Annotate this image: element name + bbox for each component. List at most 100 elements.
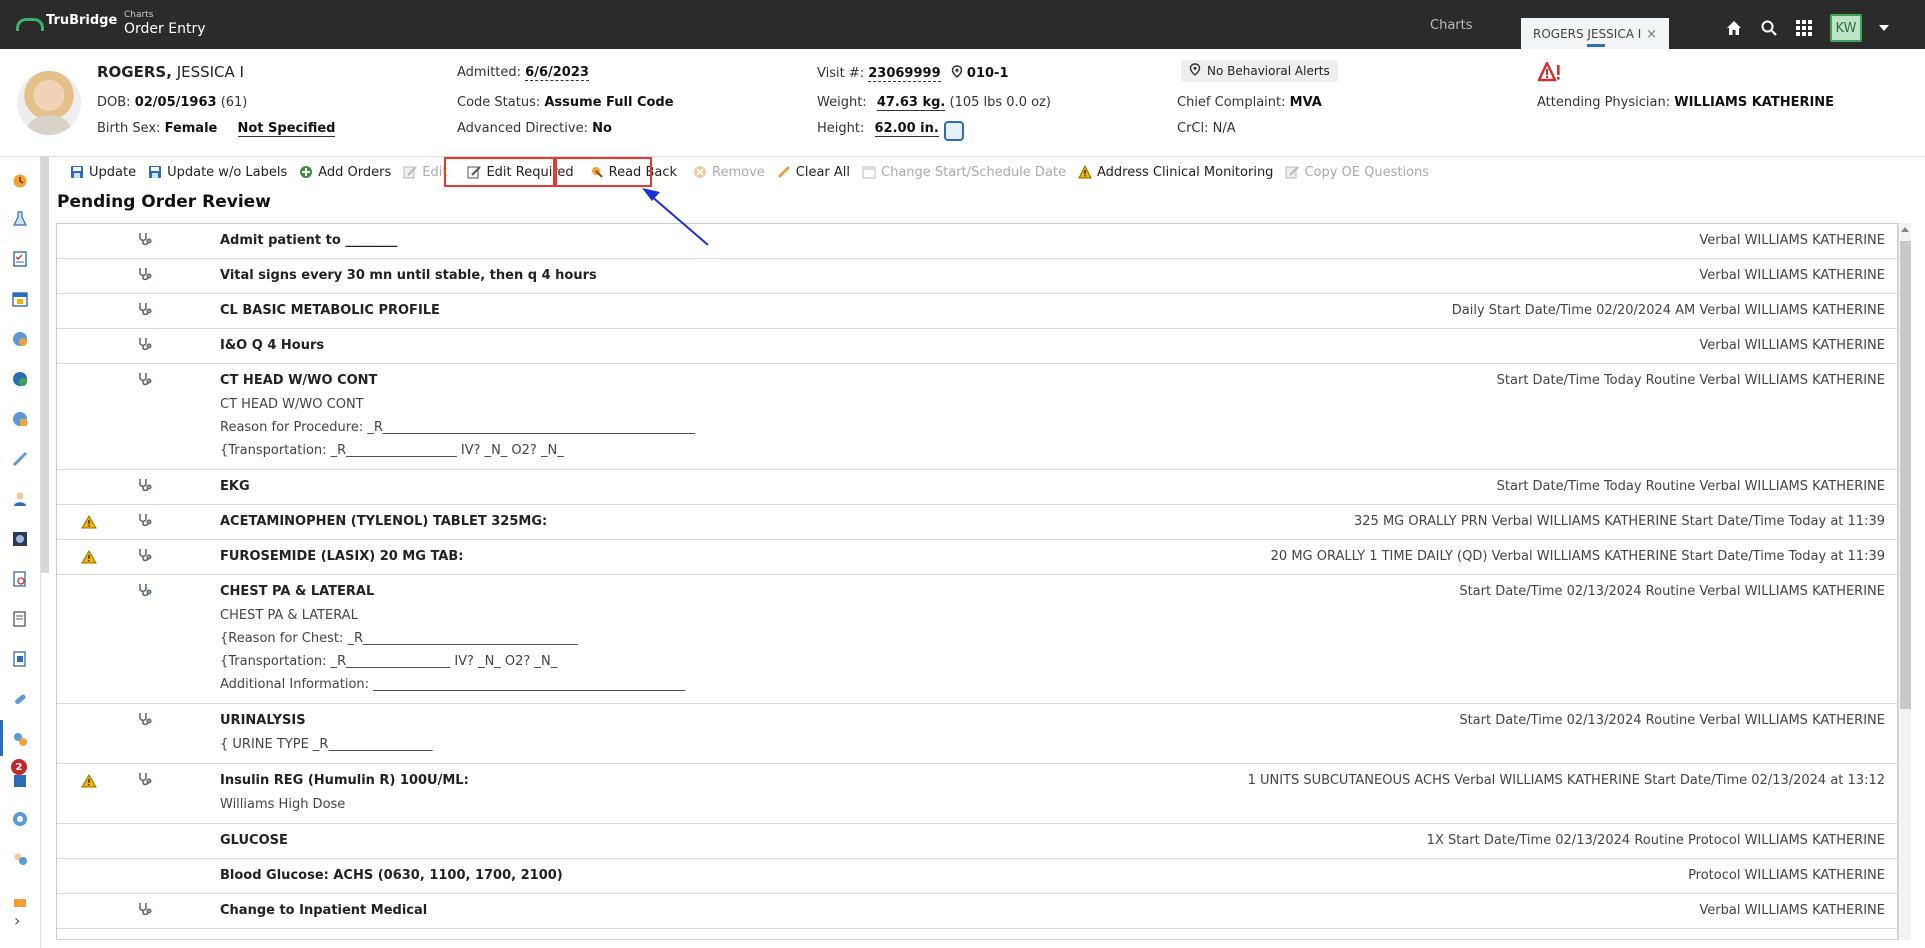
order-row[interactable]: I&O Q 4 Hours Verbal WILLIAMS KATHERINE bbox=[57, 329, 1897, 364]
trubridge-logo[interactable]: TruBridge bbox=[16, 13, 117, 31]
update-wo-labels-button[interactable]: Update w/o Labels bbox=[148, 165, 287, 180]
people-icon[interactable] bbox=[12, 851, 28, 867]
document-edit-icon[interactable] bbox=[12, 611, 28, 627]
order-row[interactable]: Vital signs every 30 mn until stable, th… bbox=[57, 259, 1897, 294]
order-row[interactable]: CL BASIC METABOLIC PROFILE Daily Start Da… bbox=[57, 294, 1897, 329]
close-icon[interactable]: × bbox=[1646, 27, 1657, 42]
scroll-up-icon[interactable] bbox=[1901, 227, 1909, 232]
order-row[interactable]: GLUCOSE 1X Start Date/Time 02/13/2024 Rou… bbox=[57, 824, 1897, 859]
change-start-button[interactable]: Change Start/Schedule Date bbox=[862, 165, 1066, 180]
globe-settings-icon[interactable] bbox=[12, 811, 28, 827]
stethoscope-icon[interactable] bbox=[137, 231, 153, 247]
copy-oe-button[interactable]: Copy OE Questions bbox=[1285, 165, 1429, 180]
order-row[interactable]: URINALYSIS Start Date/Time 02/13/2024 Rou… bbox=[57, 704, 1897, 764]
stethoscope-icon[interactable] bbox=[137, 371, 153, 387]
order-name: URINALYSIS bbox=[220, 713, 306, 728]
expand-sidebar-icon[interactable]: › bbox=[14, 911, 20, 930]
tab-patient[interactable]: ROGERS JESSICA I × bbox=[1521, 18, 1669, 49]
syringe-icon[interactable] bbox=[12, 451, 28, 467]
order-row[interactable]: Admit patient to ________ Verbal WILLIAMS… bbox=[57, 224, 1897, 259]
tab-active-indicator bbox=[1587, 44, 1605, 47]
order-row-content: URINALYSIS Start Date/Time 02/13/2024 Rou… bbox=[57, 711, 1897, 756]
stethoscope-icon[interactable] bbox=[137, 266, 153, 282]
address-clinical-button[interactable]: Address Clinical Monitoring bbox=[1078, 165, 1273, 180]
order-entry-icon[interactable] bbox=[12, 731, 28, 747]
stethoscope-icon[interactable] bbox=[137, 582, 153, 598]
stethoscope-icon[interactable] bbox=[137, 901, 153, 917]
timer-icon[interactable] bbox=[12, 173, 28, 189]
calendar-icon[interactable] bbox=[12, 291, 28, 307]
scroll-thumb[interactable] bbox=[1900, 241, 1911, 709]
order-row[interactable]: Blood Glucose: ACHS (0630, 1100, 1700, 2… bbox=[57, 859, 1897, 894]
xray-icon[interactable] bbox=[12, 531, 28, 547]
home-icon[interactable] bbox=[1725, 19, 1743, 37]
user-avatar[interactable]: KW bbox=[1830, 14, 1862, 42]
calendar-icon bbox=[862, 166, 876, 179]
order-row[interactable]: EKG Start Date/Time Today Routine Verbal … bbox=[57, 470, 1897, 505]
order-row-content: CT HEAD W/WO CONT Start Date/Time Today R… bbox=[57, 371, 1897, 462]
admitted-value[interactable]: 6/6/2023 bbox=[525, 65, 589, 81]
stethoscope-icon[interactable] bbox=[137, 771, 153, 787]
more-icon[interactable] bbox=[12, 891, 28, 907]
order-row[interactable]: FUROSEMIDE (LASIX) 20 MG TAB: 20 MG ORALL… bbox=[57, 540, 1897, 575]
behavioral-alerts-label: No Behavioral Alerts bbox=[1207, 64, 1330, 78]
height-value[interactable]: 62.00 in. bbox=[874, 121, 939, 137]
code-status-field: Code Status: Assume Full Code bbox=[457, 95, 674, 110]
order-subline: Williams High Dose bbox=[220, 797, 346, 812]
update-button[interactable]: Update bbox=[70, 165, 136, 180]
globe-med-icon[interactable] bbox=[12, 371, 28, 387]
lab-flask-icon[interactable] bbox=[12, 211, 28, 227]
search-icon[interactable] bbox=[1760, 19, 1778, 37]
order-detail: Start Date/Time Today Routine Verbal WIL… bbox=[1496, 373, 1885, 388]
chevron-down-icon[interactable] bbox=[1879, 25, 1889, 31]
checklist-icon[interactable] bbox=[12, 251, 28, 267]
order-row[interactable]: CHEST PA & LATERAL Start Date/Time 02/13/… bbox=[57, 575, 1897, 704]
behavioral-alerts-chip[interactable]: No Behavioral Alerts bbox=[1181, 60, 1338, 82]
allergy-alert-icon[interactable] bbox=[1537, 60, 1562, 82]
order-name: Admit patient to ________ bbox=[220, 233, 398, 248]
order-sublines: CHEST PA & LATERAL {Reason for Chest: _R_… bbox=[57, 582, 1897, 696]
order-row[interactable]: Insulin REG (Humulin R) 100U/ML: 1 UNITS … bbox=[57, 764, 1897, 824]
change-start-label: Change Start/Schedule Date bbox=[881, 164, 1066, 180]
breadcrumb-parent[interactable]: Charts bbox=[124, 10, 205, 21]
stethoscope-icon[interactable] bbox=[137, 301, 153, 317]
order-name: FUROSEMIDE (LASIX) 20 MG TAB: bbox=[220, 549, 464, 564]
stethoscope-icon[interactable] bbox=[137, 711, 153, 727]
globe-edit-icon[interactable] bbox=[12, 411, 28, 427]
order-row-content: FUROSEMIDE (LASIX) 20 MG TAB: 20 MG ORALL… bbox=[57, 547, 1897, 567]
tab-charts[interactable]: Charts bbox=[1430, 18, 1473, 33]
apps-grid-icon[interactable] bbox=[1795, 19, 1813, 37]
warning-icon[interactable] bbox=[81, 550, 97, 564]
warning-icon[interactable] bbox=[81, 515, 97, 529]
nurse-icon[interactable] bbox=[12, 491, 28, 507]
add-orders-button[interactable]: Add Orders bbox=[299, 165, 391, 180]
order-row-content: GLUCOSE 1X Start Date/Time 02/13/2024 Rou… bbox=[57, 831, 1897, 851]
weight-value[interactable]: 47.63 kg. bbox=[876, 95, 946, 111]
order-detail: Verbal WILLIAMS KATHERINE bbox=[1699, 268, 1885, 283]
remove-button[interactable]: Remove bbox=[693, 165, 765, 180]
order-row[interactable]: ACETAMINOPHEN (TYLENOL) TABLET 325MG: 325… bbox=[57, 505, 1897, 540]
document-search-icon[interactable] bbox=[12, 571, 28, 587]
orders-scrollbar[interactable] bbox=[1898, 223, 1911, 940]
stethoscope-icon[interactable] bbox=[137, 477, 153, 493]
gender-link[interactable]: Not Specified bbox=[237, 121, 336, 137]
order-row[interactable]: CT HEAD W/WO CONT Start Date/Time Today R… bbox=[57, 364, 1897, 470]
order-row[interactable]: Change to Inpatient Medical Verbal WILLIA… bbox=[57, 894, 1897, 929]
order-subline: Reason for Procedure: _R________________… bbox=[220, 420, 695, 435]
pill-icon[interactable] bbox=[12, 691, 28, 707]
stethoscope-icon[interactable] bbox=[137, 547, 153, 563]
warning-icon[interactable] bbox=[81, 774, 97, 788]
sidebar-scrollbar[interactable] bbox=[41, 157, 49, 573]
question-icon[interactable] bbox=[12, 773, 28, 789]
stethoscope-icon[interactable] bbox=[137, 336, 153, 352]
stethoscope-icon[interactable] bbox=[137, 512, 153, 528]
globe-user-icon[interactable] bbox=[12, 331, 28, 347]
edit-button[interactable]: Edit bbox=[403, 165, 447, 180]
clear-all-button[interactable]: Clear All bbox=[777, 165, 850, 180]
remove-label: Remove bbox=[712, 164, 765, 180]
visit-value[interactable]: 23069999 bbox=[868, 66, 941, 82]
document-list-icon[interactable] bbox=[12, 651, 28, 667]
growth-chart-icon[interactable] bbox=[944, 121, 964, 141]
patient-last-name: ROGERS, bbox=[97, 63, 172, 81]
chief-complaint-value: MVA bbox=[1289, 95, 1322, 110]
